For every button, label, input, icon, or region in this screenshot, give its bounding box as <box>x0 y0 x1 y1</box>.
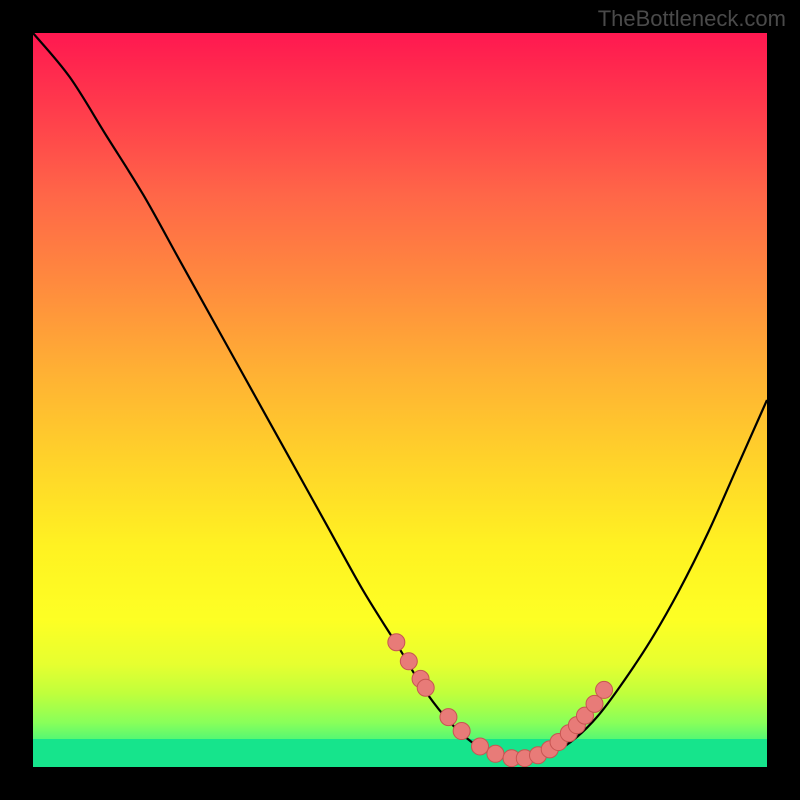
highlight-dot <box>400 653 417 670</box>
highlight-dot <box>472 738 489 755</box>
highlight-dot <box>453 723 470 740</box>
highlight-dot <box>388 634 405 651</box>
chart-svg <box>33 33 767 767</box>
highlight-dot <box>596 681 613 698</box>
curve-group <box>33 33 767 761</box>
highlight-dot <box>440 709 457 726</box>
highlight-dot <box>417 679 434 696</box>
bottleneck-curve <box>33 33 767 761</box>
highlight-dots-group <box>388 634 613 767</box>
watermark-text: TheBottleneck.com <box>598 6 786 32</box>
highlight-dot <box>487 745 504 762</box>
